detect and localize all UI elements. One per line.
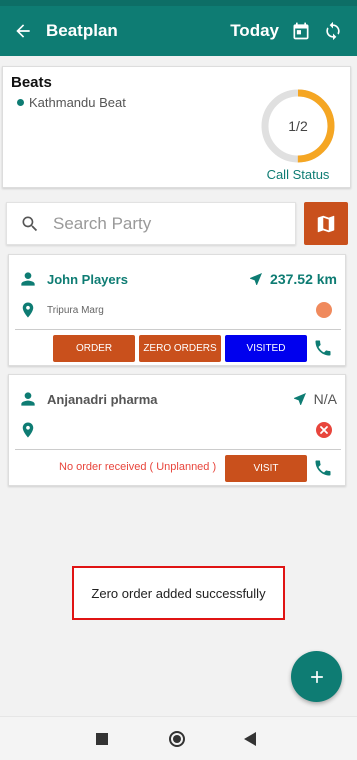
toast: Zero order added successfully: [72, 566, 285, 620]
person-icon: [9, 389, 47, 409]
toast-message: Zero order added successfully: [91, 585, 266, 601]
close-circle-icon: [316, 422, 332, 438]
beats-card: Beats Kathmandu Beat 1/2 Call Status: [2, 66, 351, 188]
recents-button[interactable]: [92, 729, 112, 749]
date-filter-label[interactable]: Today: [230, 21, 279, 41]
navigation-arrow-icon: [250, 273, 263, 285]
beat-name: Kathmandu Beat: [29, 95, 126, 110]
map-button[interactable]: [304, 202, 348, 245]
sync-icon: [326, 21, 340, 41]
page-title: Beatplan: [46, 21, 118, 40]
phone-icon: [315, 460, 331, 476]
call-status-label: Call Status: [266, 167, 330, 182]
search-icon: [7, 214, 53, 234]
zero-orders-button[interactable]: ZERO ORDERS: [139, 335, 221, 362]
distance-value: 237.52 km: [270, 271, 337, 287]
call-button[interactable]: [311, 456, 335, 480]
divider: [15, 329, 341, 330]
square-icon: [96, 733, 108, 745]
person-icon: [9, 269, 47, 289]
app-bar: Beatplan Today: [0, 6, 357, 56]
location-pin-icon: [9, 421, 47, 439]
bullet-dot: [17, 99, 24, 106]
visit-button[interactable]: VISIT: [225, 455, 307, 482]
status-dot-icon: [316, 302, 332, 318]
circle-icon: [169, 731, 185, 747]
search-input[interactable]: [53, 205, 289, 242]
visited-button[interactable]: VISITED: [225, 335, 307, 362]
party-header-row: John Players 237.52 km: [9, 266, 347, 292]
back-nav-button[interactable]: [240, 729, 260, 749]
triangle-back-icon: [244, 732, 256, 746]
beats-heading: Beats: [11, 74, 52, 91]
calendar-icon: [293, 22, 309, 40]
party-address-row: [9, 417, 347, 443]
phone-icon: [315, 340, 331, 356]
location-pin-icon: [9, 301, 47, 319]
call-button[interactable]: [311, 336, 335, 360]
beat-item[interactable]: Kathmandu Beat: [17, 95, 126, 110]
party-distance: 237.52 km: [248, 271, 337, 287]
party-card[interactable]: John Players 237.52 km Tripura Marg ORDE…: [8, 254, 346, 366]
add-button[interactable]: [291, 651, 342, 702]
party-address: Tripura Marg: [47, 304, 104, 316]
party-header-row: Anjanadri pharma N/A: [9, 386, 347, 412]
order-button[interactable]: ORDER: [53, 335, 135, 362]
map-icon: [317, 215, 335, 232]
navigation-arrow-icon: [293, 393, 306, 405]
party-distance: N/A: [292, 391, 337, 407]
divider: [15, 449, 341, 450]
calendar-button[interactable]: [285, 6, 317, 56]
party-address-row: Tripura Marg: [9, 297, 347, 323]
call-status-value: 1/2: [288, 118, 308, 134]
party-name[interactable]: John Players: [47, 272, 248, 287]
back-button[interactable]: [0, 6, 46, 56]
home-button[interactable]: [167, 729, 187, 749]
party-card[interactable]: Anjanadri pharma N/A No order received (…: [8, 374, 346, 486]
system-nav-bar: [0, 716, 357, 760]
order-status-text: No order received ( Unplanned ): [59, 461, 217, 473]
plus-icon: [310, 670, 323, 683]
arrow-left-icon: [16, 24, 30, 38]
distance-value: N/A: [313, 391, 337, 407]
search-bar: [6, 202, 296, 245]
party-name[interactable]: Anjanadri pharma: [47, 392, 292, 407]
refresh-button[interactable]: [317, 6, 349, 56]
